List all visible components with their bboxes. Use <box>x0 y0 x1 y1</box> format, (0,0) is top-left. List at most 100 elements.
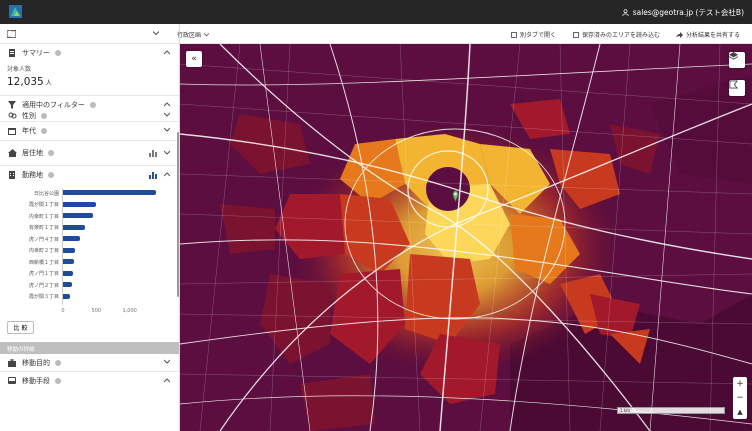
filters-title: 適用中のフィルター <box>22 101 85 109</box>
chevron-down-icon[interactable] <box>153 31 159 36</box>
residence-section: 居住地 <box>0 141 179 166</box>
draw-area-icon <box>729 80 738 89</box>
building-icon <box>7 170 17 180</box>
map-canvas[interactable] <box>180 44 752 431</box>
chart-bar[interactable] <box>63 293 71 299</box>
sidebar: サマリー 対象人数 12,035 人 適用中のフィルター 性別 年代 居住地 勤… <box>0 24 180 431</box>
info-icon[interactable] <box>48 172 54 178</box>
user-label: sales@geotra.jp (テスト会社B) <box>632 8 744 17</box>
movement-detail-band: 移動の詳細 <box>0 342 179 354</box>
chart-category-label: 西新橋１丁目 <box>28 259 59 266</box>
compare-button[interactable]: 比 較 <box>7 321 34 334</box>
chevron-up-icon[interactable] <box>164 171 170 177</box>
method-title: 移動手段 <box>22 377 50 385</box>
purpose-header[interactable]: 移動目的 <box>0 354 179 372</box>
residence-header[interactable]: 居住地 <box>0 141 179 165</box>
area-dropdown-label: 行政区画 <box>177 32 202 39</box>
map-icon <box>7 29 16 38</box>
chart-category-label: 霞が関１丁目 <box>28 202 59 208</box>
chevron-down-icon[interactable] <box>164 112 170 118</box>
briefcase-icon <box>7 358 17 368</box>
chevron-up-icon[interactable] <box>164 377 170 383</box>
chart-bar[interactable] <box>63 224 85 230</box>
chart-category-label: 日比谷公園 <box>33 190 59 197</box>
summary-section: サマリー 対象人数 12,035 人 <box>0 44 179 96</box>
bar-chart-icon[interactable] <box>149 171 157 179</box>
bus-icon <box>7 376 17 386</box>
layers-button[interactable] <box>729 52 745 68</box>
info-icon[interactable] <box>41 112 47 119</box>
age-header[interactable]: 年代 <box>0 122 179 140</box>
chart-bar[interactable] <box>63 213 93 218</box>
age-section: 年代 <box>0 122 179 141</box>
layers-icon <box>729 52 738 60</box>
top-bar: sales@geotra.jp (テスト会社B) <box>0 0 752 24</box>
park-area <box>426 167 470 211</box>
method-header[interactable]: 移動手段 <box>0 372 179 390</box>
compass-button[interactable]: ▲ <box>733 405 747 419</box>
draw-area-button[interactable] <box>729 80 745 96</box>
filters-section: 適用中のフィルター 性別 <box>0 96 179 122</box>
summary-header[interactable]: サマリー <box>0 44 179 62</box>
chart-bar[interactable] <box>63 190 157 195</box>
zoom-out-button[interactable]: − <box>733 391 747 405</box>
user-menu[interactable]: sales@geotra.jp (テスト会社B) <box>622 7 744 18</box>
info-icon[interactable] <box>41 128 47 134</box>
workplace-header[interactable]: 勤務地 <box>0 166 179 184</box>
load-saved-area-label: 保存済みのエリアを読み込む <box>582 32 661 39</box>
app-logo[interactable] <box>9 5 22 18</box>
chart-tick-label: 1,000 <box>122 308 137 314</box>
gender-header[interactable]: 性別 <box>0 110 179 121</box>
chart-category-label: 内幸町２丁目 <box>28 248 59 254</box>
filter-icon <box>7 100 17 110</box>
chart-category-label: 有楽町１丁目 <box>28 225 59 231</box>
residence-title: 居住地 <box>22 149 43 157</box>
info-icon[interactable] <box>55 50 61 56</box>
chart-bar[interactable] <box>63 201 97 207</box>
info-icon[interactable] <box>48 150 54 156</box>
share-results-label: 分析結果を共有する <box>686 32 741 39</box>
info-icon[interactable] <box>89 102 96 108</box>
load-saved-area-button[interactable]: 保存済みのエリアを読み込む <box>573 30 660 39</box>
chevron-up-icon[interactable] <box>164 49 170 55</box>
age-title: 年代 <box>22 127 36 135</box>
workplace-title: 勤務地 <box>22 171 43 179</box>
open-new-tab-label: 別タブで開く <box>520 32 557 39</box>
area-dropdown[interactable]: 行政区画 <box>177 30 210 39</box>
chevron-down-icon <box>204 32 210 36</box>
info-icon[interactable] <box>55 359 61 366</box>
chart-category-label: 虎ノ門４丁目 <box>28 236 59 243</box>
chart-category-label: 虎ノ門２丁目 <box>28 282 59 289</box>
chart-bar[interactable] <box>63 236 80 241</box>
chart-tick-label: 500 <box>91 308 102 314</box>
chart-bar[interactable] <box>63 270 73 276</box>
zoom-in-button[interactable]: + <box>733 377 747 391</box>
heatmap-map[interactable]: « + − ▲ 1 km <box>180 44 752 431</box>
external-link-icon <box>511 31 517 38</box>
workplace-section: 勤務地 日比谷公園霞が関１丁目 内幸町１丁目 有楽町１丁目 虎ノ門４丁目 内幸町２丁目西… <box>0 166 179 390</box>
chart-tick-label: 0 <box>61 308 65 314</box>
info-icon[interactable] <box>55 378 61 384</box>
chevron-down-icon[interactable] <box>164 359 170 365</box>
share-results-button[interactable]: 分析結果を共有する <box>676 30 740 39</box>
summary-title: サマリー <box>22 49 50 57</box>
chart-category-label: 内幸町１丁目 <box>28 213 59 220</box>
chevron-up-icon[interactable] <box>164 101 170 107</box>
collapse-sidebar-button[interactable]: « <box>186 51 202 67</box>
gender-title: 性別 <box>22 111 36 120</box>
chart-category-label: 霞が関３丁目 <box>28 294 59 300</box>
count-value: 12,035 <box>7 76 44 88</box>
map-scale-bar: 1 km <box>617 407 725 414</box>
sidebar-header <box>0 24 179 44</box>
chart-bar[interactable] <box>63 247 75 253</box>
count-label: 対象人数 <box>7 66 32 73</box>
chevron-down-icon[interactable] <box>164 127 170 133</box>
chart-bar[interactable] <box>63 259 75 264</box>
chevron-down-icon[interactable] <box>164 150 170 156</box>
workplace-bar-chart: 日比谷公園霞が関１丁目 内幸町１丁目 有楽町１丁目 虎ノ門４丁目 内幸町２丁目 西新橋１丁… <box>0 184 179 319</box>
bar-chart-icon[interactable] <box>149 149 157 157</box>
user-icon <box>622 9 629 16</box>
open-new-tab-button[interactable]: 別タブで開く <box>511 30 556 39</box>
chart-bar[interactable] <box>63 282 72 287</box>
calendar-icon <box>7 126 17 136</box>
